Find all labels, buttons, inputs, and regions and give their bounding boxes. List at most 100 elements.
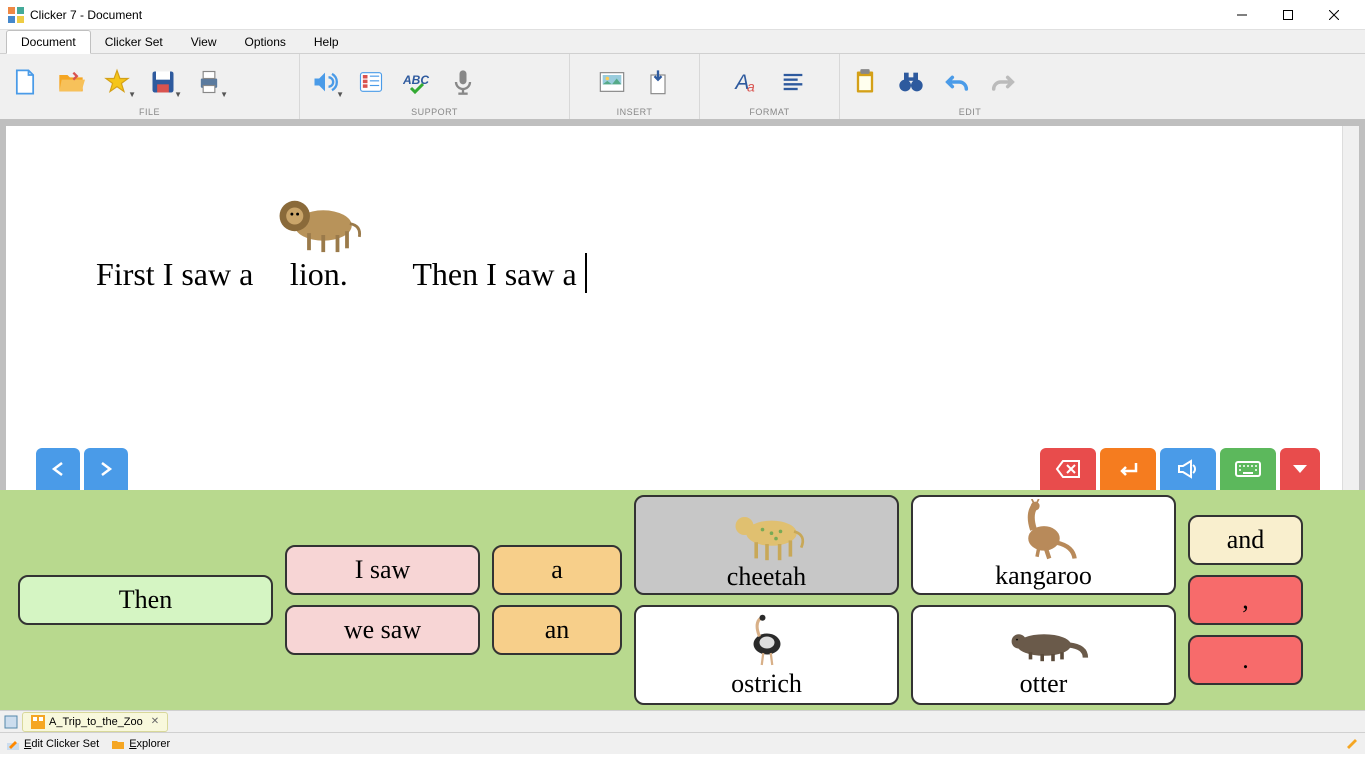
document-page[interactable]: First I saw a lion. Then I saw a <box>6 126 1342 490</box>
edit-icon <box>6 737 20 751</box>
grid-ostrich-label: ostrich <box>731 669 802 699</box>
insert-page-button[interactable] <box>637 61 679 103</box>
toolbar-edit-group: EDIT <box>840 54 1100 119</box>
keyboard-button[interactable] <box>1220 448 1276 490</box>
redo-icon <box>989 68 1017 96</box>
menu-help[interactable]: Help <box>300 30 353 53</box>
grid-kangaroo[interactable]: kangaroo <box>911 495 1176 595</box>
align-icon <box>779 68 807 96</box>
file-tab-label: A_Trip_to_the_Zoo <box>49 716 143 728</box>
collapse-button[interactable] <box>1280 448 1320 490</box>
microphone-icon <box>449 68 477 96</box>
clipboard-icon <box>851 68 879 96</box>
grid-period[interactable]: . <box>1188 635 1303 685</box>
tab-close-button[interactable]: ✕ <box>151 716 159 727</box>
cheetah-image <box>722 499 812 562</box>
nav-buttons <box>36 448 128 490</box>
font-icon: Aa <box>733 68 761 96</box>
print-button[interactable]: ▼ <box>188 61 230 103</box>
chevron-down-icon: ▼ <box>220 90 228 99</box>
status-edit-icon[interactable] <box>1345 735 1359 752</box>
toolbar-insert-label: INSERT <box>574 107 695 119</box>
megaphone-icon <box>1175 459 1201 479</box>
close-icon <box>1329 10 1339 20</box>
grid-comma[interactable]: , <box>1188 575 1303 625</box>
menu-bar: Document Clicker Set View Options Help <box>0 30 1365 54</box>
page-forward-button[interactable] <box>84 448 128 490</box>
save-button[interactable]: ▼ <box>142 61 184 103</box>
speaker-icon <box>311 68 339 96</box>
minimize-icon <box>1237 10 1247 20</box>
open-button[interactable] <box>50 61 92 103</box>
vertical-scrollbar[interactable] <box>1342 126 1359 490</box>
pencil-icon <box>1345 735 1359 749</box>
paste-button[interactable] <box>844 61 886 103</box>
document-area: First I saw a lion. Then I saw a <box>0 120 1365 490</box>
keyboard-icon <box>1234 459 1262 479</box>
enter-button[interactable] <box>1100 448 1156 490</box>
maximize-button[interactable] <box>1265 0 1311 30</box>
toolbar-edit-label: EDIT <box>844 107 1096 119</box>
status-bar: Edit Clicker Set Explorer <box>0 732 1365 754</box>
delete-button[interactable] <box>1040 448 1096 490</box>
grid-ostrich[interactable]: ostrich <box>634 605 899 705</box>
font-button[interactable]: Aa <box>726 61 768 103</box>
app-icon <box>8 7 24 23</box>
text-cursor <box>585 253 587 293</box>
favorites-button[interactable]: ▼ <box>96 61 138 103</box>
page-back-button[interactable] <box>36 448 80 490</box>
menu-view[interactable]: View <box>177 30 231 53</box>
toolbar: ▼ ▼ ▼ FILE ▼ ABC SUPPORT INSERT Aa FORMA… <box>0 54 1365 120</box>
grid-otter[interactable]: otter <box>911 605 1176 705</box>
toolbar-file-group: ▼ ▼ ▼ FILE <box>0 54 300 119</box>
menu-clicker-set[interactable]: Clicker Set <box>91 30 177 53</box>
speak-text-button[interactable] <box>1160 448 1216 490</box>
grid-i-saw[interactable]: I saw <box>285 545 480 595</box>
grid-then[interactable]: Then <box>18 575 273 625</box>
predictor-button[interactable] <box>350 61 392 103</box>
minimize-button[interactable] <box>1219 0 1265 30</box>
find-button[interactable] <box>890 61 932 103</box>
toolbar-insert-group: INSERT <box>570 54 700 119</box>
print-icon <box>195 68 223 96</box>
spellcheck-button[interactable]: ABC <box>396 61 438 103</box>
speak-button[interactable]: ▼ <box>304 61 346 103</box>
menu-options[interactable]: Options <box>231 30 300 53</box>
page-down-icon <box>644 68 672 96</box>
grid-otter-label: otter <box>1020 669 1068 699</box>
tab-strip: A_Trip_to_the_Zoo ✕ <box>0 710 1365 732</box>
clicker-set-icon <box>31 715 45 729</box>
grid-an[interactable]: an <box>492 605 622 655</box>
toolbar-file-label: FILE <box>4 107 295 119</box>
kangaroo-image <box>1009 499 1079 560</box>
arrow-left-icon <box>48 459 68 479</box>
return-icon <box>1116 459 1140 479</box>
microphone-button[interactable] <box>442 61 484 103</box>
grid-cheetah[interactable]: cheetah <box>634 495 899 595</box>
chevron-down-icon: ▼ <box>128 90 136 99</box>
doc-text-before: First I saw a <box>96 256 253 293</box>
open-folder-icon <box>57 68 85 96</box>
menu-document[interactable]: Document <box>6 30 91 54</box>
insert-picture-button[interactable] <box>591 61 633 103</box>
arrow-right-icon <box>96 459 116 479</box>
doc-word-lion-text: lion. <box>290 256 348 293</box>
redo-button[interactable] <box>982 61 1024 103</box>
file-tab[interactable]: A_Trip_to_the_Zoo ✕ <box>22 712 168 732</box>
toolbar-support-group: ▼ ABC SUPPORT <box>300 54 570 119</box>
new-document-icon <box>11 68 39 96</box>
undo-button[interactable] <box>936 61 978 103</box>
maximize-icon <box>1283 10 1293 20</box>
edit-clicker-set-link[interactable]: Edit Clicker Set <box>6 737 99 751</box>
grid-and[interactable]: and <box>1188 515 1303 565</box>
document-tab-icon[interactable] <box>4 715 18 729</box>
folder-icon <box>111 737 125 751</box>
explorer-link[interactable]: Explorer <box>111 737 170 751</box>
grid-we-saw[interactable]: we saw <box>285 605 480 655</box>
align-button[interactable] <box>772 61 814 103</box>
star-icon <box>103 68 131 96</box>
save-icon <box>149 68 177 96</box>
close-button[interactable] <box>1311 0 1357 30</box>
new-document-button[interactable] <box>4 61 46 103</box>
grid-a[interactable]: a <box>492 545 622 595</box>
